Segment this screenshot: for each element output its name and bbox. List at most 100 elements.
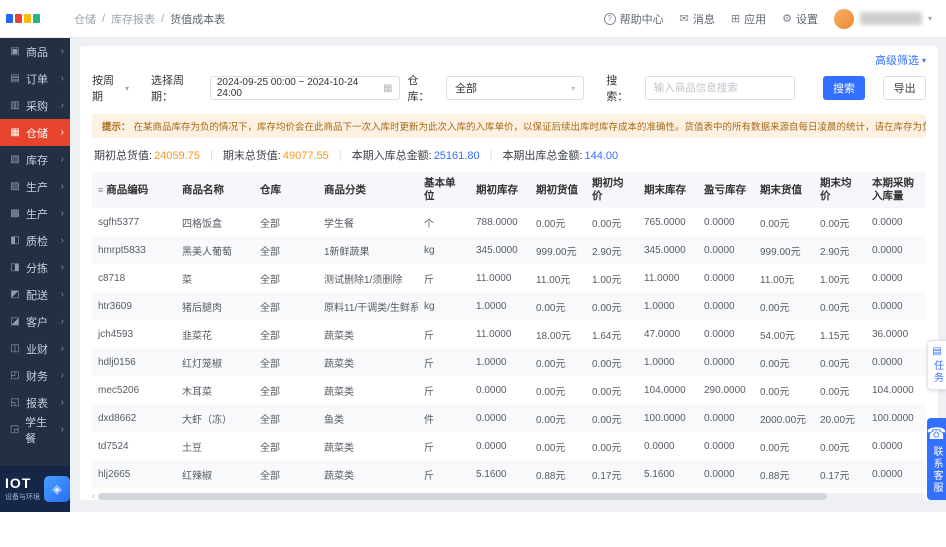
- table-row[interactable]: c8718 菜 全部 测试删除1/须删除 斤 11.0000 11.00元 1.00元 11.0…: [92, 264, 926, 292]
- table-row[interactable]: hdlj0156 红灯笼椒 全部 蔬菜类斤 1.0000 0.00元 0.00元 1.0000…: [92, 348, 926, 377]
- table-cell: 鱼类: [318, 404, 418, 433]
- sidebar-item-label: 生产: [26, 208, 48, 221]
- sidebar-item-学生餐[interactable]: ◲ 学生餐 ›: [0, 416, 70, 445]
- sidebar-item-业财[interactable]: ◫ 业财 ›: [0, 335, 70, 362]
- table-cell: 999.00元: [754, 236, 814, 265]
- chevron-right-icon: ›: [60, 73, 64, 84]
- task-floating-button[interactable]: ▤ 任务: [927, 340, 946, 390]
- column-header[interactable]: 期初库存: [470, 172, 530, 209]
- table-row[interactable]: htr3609猪后腿肉全部原料11/干调类/生鲜系列商品kg1.00000.00…: [92, 292, 926, 321]
- apps-button[interactable]: ⊞ 应用: [731, 11, 766, 27]
- column-header[interactable]: 基本单位: [418, 172, 470, 209]
- chevron-right-icon: ›: [60, 370, 64, 381]
- advanced-filter-label: 高级筛选: [874, 55, 919, 67]
- table-cell: 36.0000: [872, 328, 909, 340]
- table-row[interactable]: hlj2665 红辣椒 全部 蔬菜类斤 5.1600 0.88元 0.17元 5.1600 0.…: [92, 460, 926, 489]
- table-cell: 0.0000: [866, 460, 926, 489]
- table-cell: 全部: [254, 292, 318, 321]
- breadcrumb-item[interactable]: 仓储: [74, 11, 96, 27]
- orders-icon: ▤: [10, 73, 20, 84]
- sidebar-item-报表[interactable]: ◱ 报表 ›: [0, 389, 70, 416]
- table-row[interactable]: jch4593 韭菜花 全部 蔬菜类 斤 11.0000 18.00元 1.64元 47.000…: [92, 320, 926, 348]
- messages-button[interactable]: ✉ 消息: [680, 11, 715, 27]
- sidebar-item-label: 采购: [26, 100, 48, 113]
- chevron-right-icon: ›: [60, 154, 64, 165]
- date-range-input[interactable]: 2024-09-25 00:00 ~ 2024-10-24 24:00 ▦: [209, 76, 400, 100]
- column-header-label: 本期采购入库量: [872, 177, 914, 203]
- table-row[interactable]: mec5206 木耳菜 全部 蔬菜类 斤 0.0000 0.00元 0.00元 104.0000…: [92, 376, 926, 404]
- sidebar-item-商品[interactable]: ▣ 商品 ›: [0, 38, 70, 65]
- help-center-button[interactable]: ? 帮助中心: [603, 11, 664, 27]
- column-header[interactable]: 期末均价: [814, 172, 866, 209]
- user-menu[interactable]: ▾: [833, 8, 932, 29]
- column-header[interactable]: ≡ 商品编码: [92, 172, 176, 209]
- scroll-left-icon[interactable]: ‹: [92, 491, 95, 500]
- search-button[interactable]: 搜索: [822, 76, 866, 100]
- table-cell: 蔬菜类: [318, 460, 418, 489]
- period-mode-dropdown[interactable]: 按周期 ▾: [92, 72, 129, 104]
- table-row[interactable]: td7524 土豆 全部 蔬菜类 斤 0.0000 0.00元 0.00元 0.0000 0.00…: [92, 432, 926, 460]
- sidebar-item-配送[interactable]: ◩ 配送 ›: [0, 281, 70, 308]
- table-cell: 5.1600: [638, 460, 698, 489]
- sidebar-item-采购[interactable]: ▥ 采购 ›: [0, 92, 70, 119]
- iot-footer[interactable]: IOT 设备与环境 ◈: [0, 466, 70, 512]
- user-name-blurred: [859, 12, 922, 25]
- column-header[interactable]: 本期采购入库量: [866, 172, 926, 209]
- column-header-label: 期初货值: [536, 183, 578, 196]
- warehouse-select[interactable]: 全部 ▾: [446, 76, 585, 100]
- contact-service-floating-button[interactable]: ☎ 联系客服: [927, 418, 946, 500]
- table-cell: 0.00元: [820, 386, 850, 398]
- warehouse-value: 全部: [455, 83, 478, 95]
- table-cell: 765.0000: [644, 216, 686, 228]
- sidebar-item-仓储[interactable]: ▦ 仓储 ›: [0, 119, 70, 146]
- chevron-right-icon: ›: [60, 262, 64, 273]
- scrollbar-thumb[interactable]: [98, 492, 827, 500]
- sidebar-item-库存[interactable]: ▧ 库存 ›: [0, 146, 70, 173]
- table-cell: 1.64元: [592, 330, 622, 342]
- breadcrumb-item[interactable]: 库存报表: [111, 11, 155, 27]
- summary-item: 期末总货值: 49077.55: [223, 147, 329, 163]
- table-cell: 0.0000: [704, 216, 735, 228]
- horizontal-scrollbar: ‹: [92, 491, 926, 500]
- column-header[interactable]: 期初均价: [586, 172, 638, 209]
- column-header[interactable]: 仓库: [254, 172, 318, 209]
- table-row[interactable]: hmrpt5833 黑美人葡萄 全部 1新鲜蔬果 kg 345.0000 999.00元 2.…: [92, 236, 926, 265]
- sidebar-item-财务[interactable]: ◰ 财务 ›: [0, 362, 70, 389]
- column-header[interactable]: 期末货值: [754, 172, 814, 209]
- sidebar-item-客户[interactable]: ◪ 客户 ›: [0, 308, 70, 335]
- sidebar-item-生产[interactable]: ▩ 生产 ›: [0, 200, 70, 227]
- table-cell: 0.0000: [866, 348, 926, 377]
- column-header[interactable]: 盈亏库存: [698, 172, 754, 209]
- column-header[interactable]: 商品名称: [176, 172, 254, 209]
- column-settings-icon[interactable]: ≡: [98, 185, 103, 195]
- sidebar-item-分拣[interactable]: ◨ 分拣 ›: [0, 254, 70, 281]
- sidebar-item-订单[interactable]: ▤ 订单 ›: [0, 65, 70, 92]
- table-cell: 学生餐: [324, 218, 354, 230]
- goods-icon: ▣: [10, 46, 20, 57]
- column-header[interactable]: 期初货值: [530, 172, 586, 209]
- table-cell: 0.00元: [530, 292, 586, 321]
- table-row[interactable]: sgfh5377 四格饭盒 全部 学生餐 个 788.0000 0.00元 0.00元 765.…: [92, 208, 926, 236]
- table-cell: 红灯笼椒: [176, 348, 254, 377]
- column-header[interactable]: 期末库存: [638, 172, 698, 209]
- export-button[interactable]: 导出: [883, 76, 926, 100]
- sidebar-item-质检[interactable]: ◧ 质检 ›: [0, 227, 70, 254]
- advanced-filter-toggle[interactable]: 高级筛选 ▾: [875, 52, 926, 68]
- chevron-down-icon: ▾: [124, 83, 129, 93]
- table-cell: jch4593: [98, 328, 134, 340]
- table-cell: 0.0000: [644, 440, 675, 452]
- column-header[interactable]: 商品分类: [318, 172, 418, 209]
- search-input[interactable]: [644, 76, 795, 100]
- table-cell: 韭菜花: [182, 330, 212, 342]
- table-cell: 1.0000: [638, 292, 698, 321]
- table-row[interactable]: dxd8662 大虾（冻） 全部 鱼类件 0.0000 0.00元 0.00元 100.000…: [92, 404, 926, 433]
- sidebar-item-生产[interactable]: ▨ 生产 ›: [0, 173, 70, 200]
- table-cell: 0.00元: [536, 218, 566, 230]
- settings-button[interactable]: ⚙ 设置: [782, 11, 818, 27]
- app-logo[interactable]: [6, 14, 40, 23]
- apps-label: 应用: [744, 13, 767, 26]
- chevron-down-icon: ▾: [571, 83, 576, 93]
- sidebar-item-label: 库存: [26, 154, 48, 167]
- scrollbar-track[interactable]: [98, 492, 926, 500]
- column-header-label: 基本单位: [424, 177, 456, 203]
